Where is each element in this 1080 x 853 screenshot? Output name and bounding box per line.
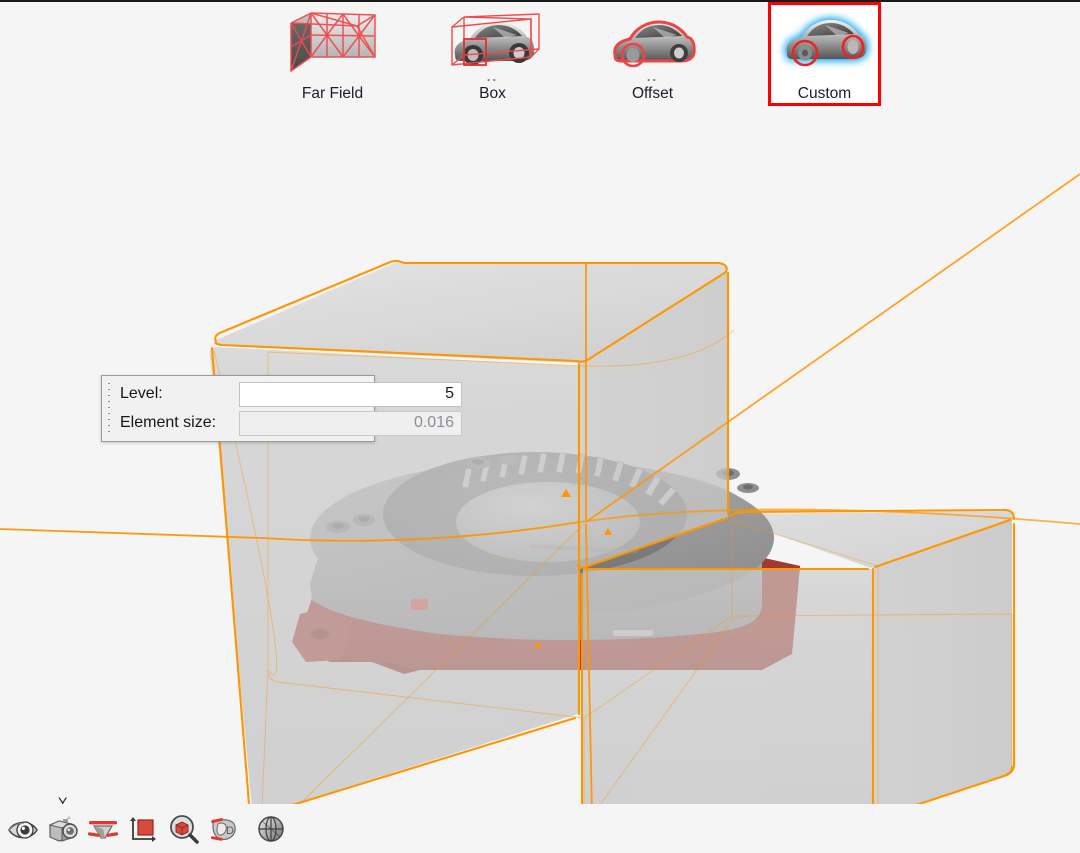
view-orientation-cube[interactable]: REAR Y Z	[24, 790, 144, 804]
fit-to-window-icon[interactable]	[126, 812, 160, 846]
zoom-box-icon[interactable]	[166, 812, 200, 846]
application-window: Far Field .. Box .. Offset Custom Level:…	[0, 0, 1080, 853]
bounding-box-car-icon: ..	[443, 5, 542, 83]
level-label: Level:	[120, 385, 163, 402]
rotate-2d-3d-icon[interactable]: D	[206, 812, 240, 846]
offset-outline-car-icon: ..	[603, 5, 702, 83]
custom-glow-car-icon	[772, 5, 877, 83]
row-element-size: Element size:	[116, 410, 462, 437]
panel-field-rows: Level: Element size:	[116, 376, 468, 441]
region-type-label: Custom	[797, 85, 852, 102]
far-field-mesh-box-icon	[283, 5, 382, 83]
region-type-far-field[interactable]: Far Field	[283, 2, 382, 106]
region-type-label: Far Field	[301, 85, 364, 102]
3d-viewport[interactable]: Level: Element size:	[0, 114, 1080, 804]
region-type-label: Offset	[631, 85, 674, 102]
view-eye-icon[interactable]	[6, 812, 40, 846]
region-type-custom[interactable]: Custom	[768, 2, 881, 106]
clip-plane-icon[interactable]	[86, 812, 120, 846]
level-input[interactable]	[239, 381, 462, 407]
panel-drag-handle[interactable]	[102, 376, 116, 441]
svg-text:D: D	[226, 825, 234, 837]
offset-param-dots: ..	[646, 69, 659, 84]
region-type-offset[interactable]: .. Offset	[603, 2, 702, 106]
view-tools-toolbar: D	[0, 804, 1080, 853]
region-type-box[interactable]: .. Box	[443, 2, 542, 106]
element-size-input	[239, 410, 462, 436]
y-axis-label: Y	[58, 794, 68, 804]
element-size-label: Element size:	[120, 414, 217, 431]
box-param-dots: ..	[486, 69, 499, 84]
mesh-properties-panel[interactable]: Level: Element size:	[101, 375, 462, 442]
drag-handle-dots-icon	[108, 382, 110, 435]
row-level: Level:	[116, 381, 462, 408]
mesh-region-type-selector: Far Field .. Box .. Offset Custom	[0, 2, 1080, 114]
globe-rotate-icon[interactable]	[254, 812, 288, 846]
camera-icon[interactable]	[46, 812, 80, 846]
